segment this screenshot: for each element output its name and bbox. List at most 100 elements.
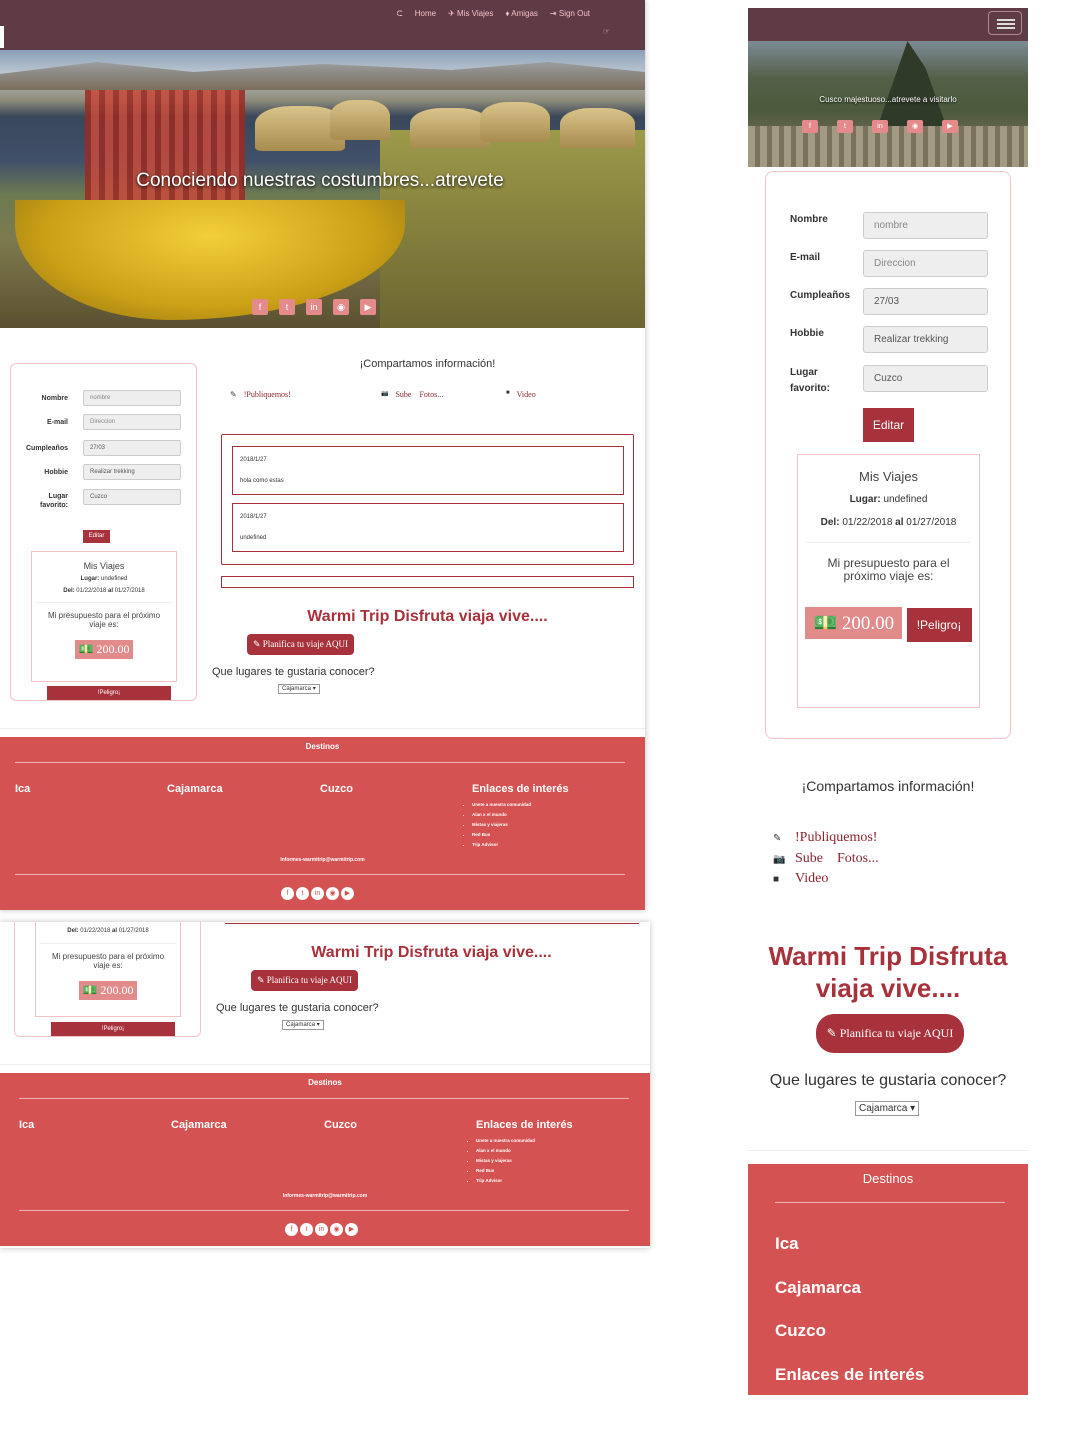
facebook-icon[interactable]: f [285, 1223, 298, 1236]
favorite-place-input[interactable]: Cuzco [863, 365, 988, 392]
footer-city-cajamarca[interactable]: Cajamarca [167, 783, 223, 795]
field-label: Nombre [790, 214, 828, 225]
footer-city-cajamarca[interactable]: Cajamarca [775, 1278, 861, 1298]
youtube-icon[interactable]: ▶ [341, 887, 354, 900]
field-label: E-mail [46, 419, 68, 426]
birthday-input[interactable]: 27/03 [83, 440, 181, 456]
plan-trip-button[interactable]: ✎ Planifica tu viaje AQUI [816, 1014, 964, 1053]
tab-publish[interactable]: ✎ !Publiquemos! [230, 390, 291, 399]
footer-link[interactable]: Trip Advisor [476, 1176, 535, 1186]
twitter-icon[interactable]: t [837, 120, 853, 133]
twitter-icon[interactable]: t [279, 299, 295, 315]
footer-links: Unete a nuestra comunidad Alan x el mund… [472, 800, 531, 850]
trip-place: Lugar: undefined [849, 494, 928, 505]
footer-email[interactable]: Informes-warmitrip@warmitrip.com [0, 857, 645, 863]
linkedin-icon[interactable]: in [872, 120, 888, 133]
twitter-icon[interactable]: t [296, 887, 309, 900]
instagram-icon[interactable]: ◉ [326, 887, 339, 900]
footer-city-cuzco[interactable]: Cuzco [775, 1321, 826, 1341]
youtube-icon[interactable]: ▶ [360, 299, 376, 315]
brand-slogan: Warmi Trip Disfruta viaja vive.... [307, 608, 548, 625]
nav-sign-out[interactable]: ⇥ Sign Out [550, 9, 590, 19]
field-label: Hobbie [44, 469, 68, 476]
places-select[interactable]: Cajamarca ▾ [855, 1101, 920, 1116]
instagram-icon[interactable]: ◉ [330, 1223, 343, 1236]
footer-link[interactable]: Mistas y viajeras [476, 1156, 535, 1166]
hamburger-menu-icon[interactable] [988, 11, 1022, 35]
post-input-bar[interactable] [221, 576, 634, 588]
field-row-email: E-mail Direccion [11, 414, 198, 430]
footer: Destinos Ica Cajamarca Cuzco Enlaces de … [748, 1164, 1028, 1395]
footer-city-cuzco[interactable]: Cuzco [320, 783, 353, 795]
instagram-icon[interactable]: ◉ [907, 120, 923, 133]
favorite-place-input[interactable]: Cuzco [83, 489, 181, 505]
field-label: Lugar favorito: [790, 367, 830, 394]
places-question: Que lugares te gustaria conocer? [769, 1072, 1007, 1089]
footer-links-title: Enlaces de interés [472, 783, 569, 795]
footer-divider [19, 1210, 629, 1211]
hobby-input[interactable]: Realizar trekking [863, 326, 988, 353]
footer-city-ica[interactable]: Ica [775, 1234, 799, 1254]
footer-city-ica[interactable]: Ica [19, 1119, 34, 1131]
hero-social-icons: f t in ◉ ▶ [802, 120, 958, 133]
footer-social-icons: f t in ◉ ▶ [281, 887, 354, 900]
footer-link[interactable]: Red Bus [476, 1166, 535, 1176]
facebook-icon[interactable]: f [252, 299, 268, 315]
danger-button[interactable]: !Peligro¡ [906, 608, 972, 642]
tab-video[interactable]: ■ Video [773, 869, 879, 890]
footer-city-cuzco[interactable]: Cuzco [324, 1119, 357, 1131]
twitter-icon[interactable]: t [300, 1223, 313, 1236]
nombre-input[interactable]: nombre [863, 212, 988, 239]
footer-link[interactable]: Alan x el mundo [476, 1146, 535, 1156]
tab-video[interactable]: ■ Video [506, 390, 536, 399]
hobby-input[interactable]: Realizar trekking [83, 464, 181, 480]
field-row-hobbie: Hobbie Realizar trekking [11, 464, 198, 480]
footer-divider [19, 1098, 629, 1099]
footer-link[interactable]: Alan x el mundo [472, 810, 531, 820]
facebook-icon[interactable]: f [802, 120, 818, 133]
footer-city-cajamarca[interactable]: Cajamarca [171, 1119, 227, 1131]
email-input[interactable]: Direccion [83, 414, 181, 430]
linkedin-icon[interactable]: in [311, 887, 324, 900]
divider [40, 943, 176, 944]
danger-button[interactable]: !Peligro¡ [47, 686, 171, 700]
youtube-icon[interactable]: ▶ [942, 120, 958, 133]
places-select[interactable]: Cajamarca ▾ [278, 684, 320, 694]
places-select[interactable]: Cajamarca ▾ [282, 1020, 324, 1030]
nav-amigas[interactable]: ♦ Amigas [505, 9, 538, 19]
linkedin-icon[interactable]: in [315, 1223, 328, 1236]
footer-link[interactable]: Red Bus [472, 830, 531, 840]
tab-publish[interactable]: ✎ !Publiquemos! [773, 828, 879, 849]
footer-link[interactable]: Trip Advisor [472, 840, 531, 850]
facebook-icon[interactable]: f [281, 887, 294, 900]
footer-city-ica[interactable]: Ica [15, 783, 30, 795]
footer-email[interactable]: Informes-warmitrip@warmitrip.com [0, 1193, 650, 1199]
danger-button[interactable]: !Peligro¡ [51, 1022, 175, 1036]
tab-photos[interactable]: 📷 Sube Fotos... [381, 390, 443, 399]
birthday-input[interactable]: 27/03 [863, 288, 988, 315]
budget-badge: 💵 200.00 [805, 607, 903, 639]
edit-button[interactable]: Editar [83, 530, 110, 543]
youtube-icon[interactable]: ▶ [345, 1223, 358, 1236]
tab-photos[interactable]: 📷 Sube Fotos... [773, 849, 879, 870]
plan-trip-button[interactable]: ✎ Planifica tu viaje AQUI [251, 970, 358, 991]
post-text: undefined [240, 535, 267, 541]
edit-button[interactable]: Editar [863, 408, 914, 442]
nombre-input[interactable]: nombre [83, 390, 181, 406]
footer-link[interactable]: Unete a nuestra comunidad [472, 800, 531, 810]
footer: Destinos Ica Cajamarca Cuzco Enlaces de … [0, 737, 645, 910]
profile-card: Del: 01/22/2018 al 01/27/2018 Mi presupu… [14, 922, 201, 1037]
nav-home[interactable]: Home [415, 9, 436, 19]
plan-trip-button[interactable]: ✎ Planifica tu viaje AQUI [247, 634, 354, 655]
footer-links: Unete a nuestra comunidad Alan x el mund… [476, 1136, 535, 1186]
post-date: 2018/1/27 [240, 514, 267, 520]
footer-link[interactable]: Mistas y viajeras [472, 820, 531, 830]
footer-link[interactable]: Unete a nuestra comunidad [476, 1136, 535, 1146]
mobile-navbar [748, 8, 1028, 41]
instagram-icon[interactable]: ◉ [333, 299, 349, 315]
linkedin-icon[interactable]: in [306, 299, 322, 315]
nav-mis-viajes[interactable]: ✈ Mis Viajes [448, 9, 493, 19]
email-input[interactable]: Direccion [863, 250, 988, 277]
back-icon[interactable]: ⮈ [397, 9, 403, 19]
hand-icon[interactable]: ☞ [603, 27, 610, 36]
